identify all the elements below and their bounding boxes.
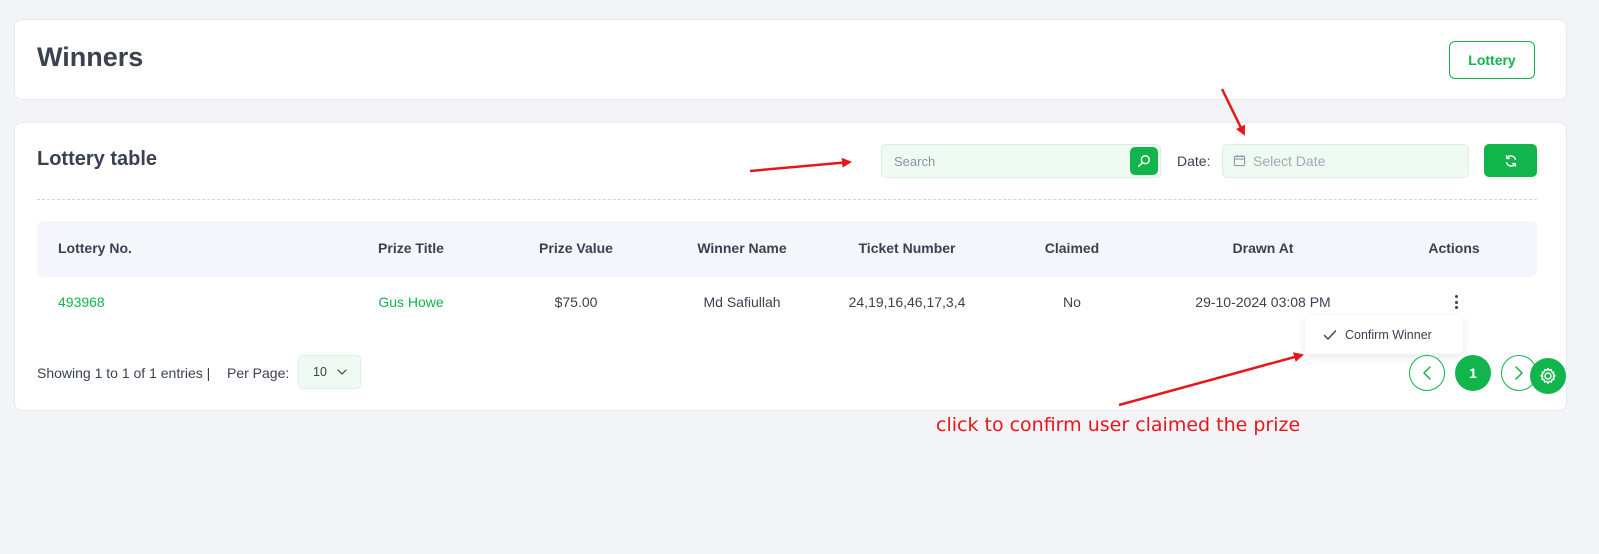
header-card: Winners Lottery <box>14 19 1567 100</box>
kebab-dot <box>1454 295 1458 298</box>
gear-icon <box>1540 367 1556 384</box>
claimed-status: No <box>1063 294 1081 310</box>
divider <box>37 199 1537 200</box>
chevron-down-icon <box>337 369 347 375</box>
column-header-claimed: Claimed <box>1044 240 1100 256</box>
confirm-winner-menu-item[interactable]: Confirm Winner <box>1305 316 1463 354</box>
per-page-label: Per Page: <box>227 365 290 381</box>
refresh-icon <box>1505 154 1516 167</box>
column-header-drawn-at: Drawn At <box>1232 240 1294 256</box>
previous-page-button[interactable] <box>1409 355 1445 391</box>
drawn-at: 29-10-2024 03:08 PM <box>1195 294 1331 310</box>
lottery-button[interactable]: Lottery <box>1449 41 1535 79</box>
calendar-icon <box>1233 154 1246 167</box>
date-picker[interactable] <box>1222 144 1469 178</box>
per-page-value: 10 <box>313 365 327 379</box>
confirm-winner-label: Confirm Winner <box>1345 328 1432 342</box>
column-header-winner-name: Winner Name <box>697 240 787 256</box>
page-1-button[interactable]: 1 <box>1455 355 1491 391</box>
column-header-lottery-no: Lottery No. <box>58 240 132 256</box>
chevron-right-icon <box>1515 366 1523 380</box>
search-box <box>881 144 1161 178</box>
winner-name: Md Safiullah <box>703 294 781 310</box>
table-header: Lottery No. Prize Title Prize Value Winn… <box>37 221 1537 277</box>
prize-title-link[interactable]: Gus Howe <box>378 294 443 310</box>
entries-info: Showing 1 to 1 of 1 entries | <box>37 365 211 381</box>
date-input[interactable] <box>1251 145 1461 177</box>
search-input[interactable] <box>882 145 1127 177</box>
kebab-dot <box>1454 306 1458 309</box>
refresh-button[interactable] <box>1484 144 1537 177</box>
column-header-prize-title: Prize Title <box>378 240 444 256</box>
date-label: Date: <box>1177 153 1211 169</box>
annotation-text: click to confirm user claimed the prize <box>936 414 1301 436</box>
lottery-table-card: Lottery table Date: Lottery No. P <box>14 122 1567 411</box>
ticket-number: 24,19,16,46,17,3,4 <box>848 294 966 310</box>
search-icon <box>1138 155 1150 167</box>
page-title: Winners <box>37 42 144 72</box>
search-button[interactable] <box>1130 147 1158 175</box>
column-header-ticket-number: Ticket Number <box>858 240 956 256</box>
lottery-no-link[interactable]: 493968 <box>58 294 105 310</box>
row-actions-menu-button[interactable] <box>1451 293 1461 311</box>
column-header-actions: Actions <box>1428 240 1480 256</box>
settings-button[interactable] <box>1530 358 1566 394</box>
check-icon <box>1323 330 1337 340</box>
prize-value: $75.00 <box>554 294 598 310</box>
column-header-prize-value: Prize Value <box>539 240 613 256</box>
per-page-select[interactable]: 10 <box>298 355 361 389</box>
chevron-left-icon <box>1423 366 1431 380</box>
table-row: 493968 Gus Howe $75.00 Md Safiullah 24,1… <box>37 294 1537 314</box>
kebab-dot <box>1454 300 1458 304</box>
table-title: Lottery table <box>37 148 158 170</box>
